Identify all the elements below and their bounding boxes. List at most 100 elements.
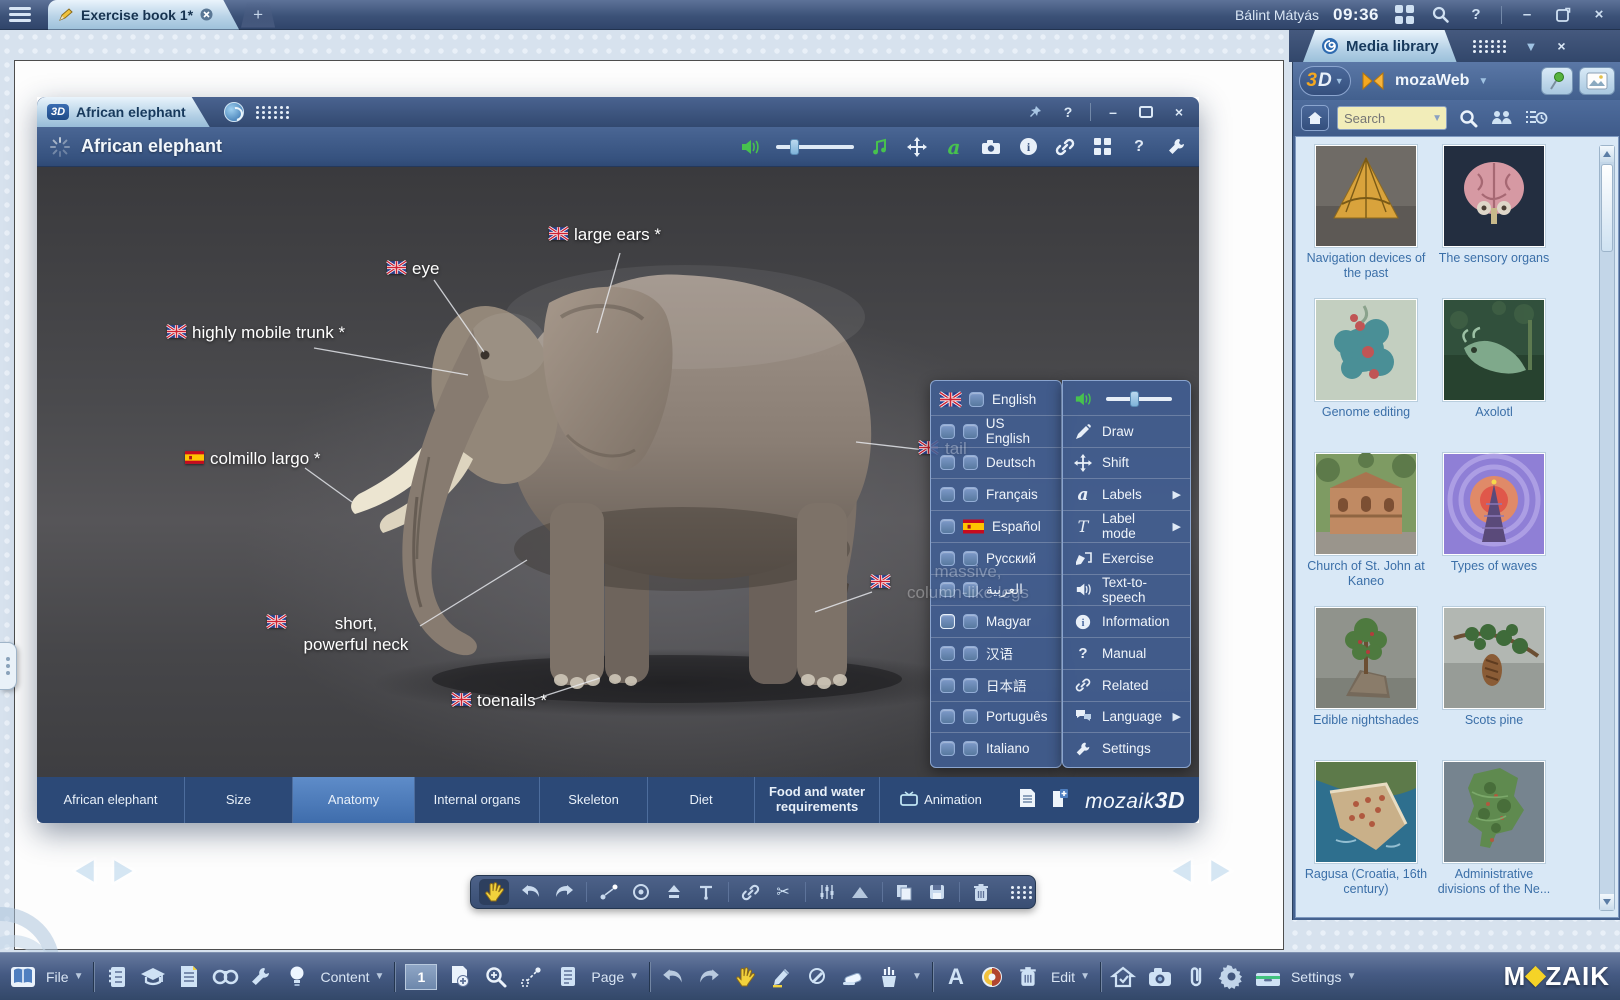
language-checkbox[interactable] (963, 487, 978, 502)
language-item-espanol[interactable]: Español (931, 510, 1061, 542)
media-item[interactable]: The sensory organs (1430, 145, 1558, 299)
language-item-italiano[interactable]: Italiano (931, 732, 1061, 764)
context-item-related[interactable]: Related (1063, 669, 1190, 701)
bookmark-add-icon[interactable] (1052, 788, 1069, 813)
language-checkbox[interactable] (940, 646, 955, 661)
context-item-label-mode[interactable]: T Label mode ▶ (1063, 510, 1190, 542)
context-item-information[interactable]: i Information (1063, 605, 1190, 637)
cut-tool-icon[interactable]: ✂ (772, 879, 794, 905)
page-list-icon[interactable] (555, 964, 581, 990)
language-checkbox[interactable] (940, 614, 955, 629)
pen-icon[interactable] (804, 964, 830, 990)
language-checkbox[interactable] (969, 392, 984, 407)
apps-grid-icon[interactable] (1393, 4, 1415, 26)
context-item-settings[interactable]: Settings (1063, 732, 1190, 764)
media-search-button[interactable] (1455, 105, 1481, 131)
language-checkbox[interactable] (963, 678, 978, 693)
language-checkbox[interactable] (963, 614, 978, 629)
move-icon[interactable] (906, 136, 928, 158)
media-home-button[interactable] (1301, 105, 1329, 131)
pin-media-button[interactable] (1541, 67, 1573, 95)
toolbar-drag-handle[interactable] (1003, 879, 1029, 905)
page-forward-icon[interactable] (109, 855, 145, 887)
hand-tool-button[interactable] (479, 879, 509, 905)
settings-menu[interactable]: Settings▼ (1291, 969, 1357, 985)
file-menu[interactable]: File▼ (46, 969, 83, 985)
minimize-icon[interactable]: – (1516, 4, 1538, 26)
page-menu[interactable]: Page▼ (591, 969, 639, 985)
tab-african-elephant[interactable]: African elephant (37, 777, 185, 823)
image-view-button[interactable] (1579, 67, 1615, 95)
orientation-globe-icon[interactable] (224, 102, 244, 122)
close-app-icon[interactable]: × (1588, 4, 1610, 26)
layout-grid-icon[interactable] (1091, 136, 1113, 158)
pen-holder-icon[interactable] (876, 964, 902, 990)
language-item-japanese[interactable]: 日本語 (931, 669, 1061, 701)
volume-icon[interactable] (739, 136, 761, 158)
close-panel-icon[interactable]: × (1551, 38, 1571, 54)
3d-viewport[interactable]: large ears * eye highly mobile trunk * c… (37, 167, 1199, 777)
language-checkbox[interactable] (940, 455, 955, 470)
music-icon[interactable] (869, 136, 891, 158)
media-item[interactable]: Administrative divisions of the Ne... (1430, 761, 1558, 915)
language-checkbox[interactable] (963, 709, 978, 724)
path-icon[interactable] (519, 964, 545, 990)
language-item-magyar[interactable]: Magyar (931, 605, 1061, 637)
search-tools-icon[interactable] (212, 964, 238, 990)
collapse-panel-icon[interactable]: ▼ (1525, 39, 1538, 54)
document-icon[interactable] (176, 964, 202, 990)
info-icon[interactable]: i (1017, 136, 1039, 158)
adjust-tool-icon[interactable] (817, 879, 839, 905)
volume-slider-handle[interactable] (790, 139, 799, 155)
context-item-tts[interactable]: Text-to-speech (1063, 574, 1190, 606)
help2-icon[interactable]: ? (1128, 136, 1150, 158)
language-checkbox[interactable] (963, 582, 978, 597)
pin-tool-icon[interactable] (695, 879, 717, 905)
homework-icon[interactable] (1111, 964, 1137, 990)
source-dropdown-icon[interactable]: ▼ (1478, 76, 1488, 87)
media-history-icon[interactable] (1523, 105, 1549, 131)
context-item-draw[interactable]: Draw (1063, 415, 1190, 447)
language-checkbox[interactable] (963, 646, 978, 661)
highlighter-icon[interactable] (768, 964, 794, 990)
media-item[interactable]: Types of waves (1430, 453, 1558, 607)
media-item[interactable]: Genome editing (1302, 299, 1430, 453)
delete-tool-icon[interactable] (970, 879, 992, 905)
edit-menu[interactable]: Edit▼ (1051, 969, 1090, 985)
language-checkbox[interactable] (940, 582, 955, 597)
drag-dots-icon[interactable] (1473, 40, 1507, 53)
context-item-shift[interactable]: Shift (1063, 447, 1190, 479)
labels-icon[interactable]: a (943, 136, 965, 158)
page-back-icon[interactable] (63, 855, 99, 887)
media-nav-diamond-icon[interactable] (1360, 72, 1386, 90)
media-search-input[interactable] (1342, 110, 1432, 127)
redo-icon[interactable] (553, 879, 575, 905)
tab-diet[interactable]: Diet (648, 777, 755, 823)
color-wheel-icon[interactable] (979, 964, 1005, 990)
language-item-us-english[interactable]: US English (931, 415, 1061, 447)
media-item[interactable]: Church of St. John at Kaneo (1302, 453, 1430, 607)
language-checkbox[interactable] (963, 741, 978, 756)
context-item-labels[interactable]: a Labels ▶ (1063, 478, 1190, 510)
eraser-icon[interactable] (840, 964, 866, 990)
3d-window-tab[interactable]: 3D African elephant (37, 97, 210, 127)
language-checkbox[interactable] (940, 487, 955, 502)
context-item-manual[interactable]: ? Manual (1063, 637, 1190, 669)
context-volume-slider[interactable] (1106, 397, 1172, 401)
media-3d-filter[interactable]: 3D▼ (1299, 66, 1351, 96)
language-checkbox[interactable] (940, 519, 955, 534)
language-checkbox[interactable] (963, 455, 978, 470)
hand-tool-icon[interactable] (732, 964, 758, 990)
add-page-icon[interactable] (447, 964, 473, 990)
window-help-icon[interactable]: ? (1058, 104, 1078, 120)
trash-icon[interactable] (1015, 964, 1041, 990)
tab-skeleton[interactable]: Skeleton (540, 777, 648, 823)
exercise-book-tab[interactable]: Exercise book 1* (48, 0, 239, 30)
mozaweb-source-label[interactable]: mozaWeb (1395, 72, 1469, 90)
media-item[interactable]: Scots pine (1430, 607, 1558, 761)
context-volume-row[interactable] (1063, 384, 1190, 415)
shape-tool-icon[interactable] (849, 879, 871, 905)
page-number-box[interactable]: 1 (405, 964, 437, 990)
media-search-input-box[interactable]: ▼ (1337, 106, 1447, 130)
language-item-francais[interactable]: Français (931, 478, 1061, 510)
